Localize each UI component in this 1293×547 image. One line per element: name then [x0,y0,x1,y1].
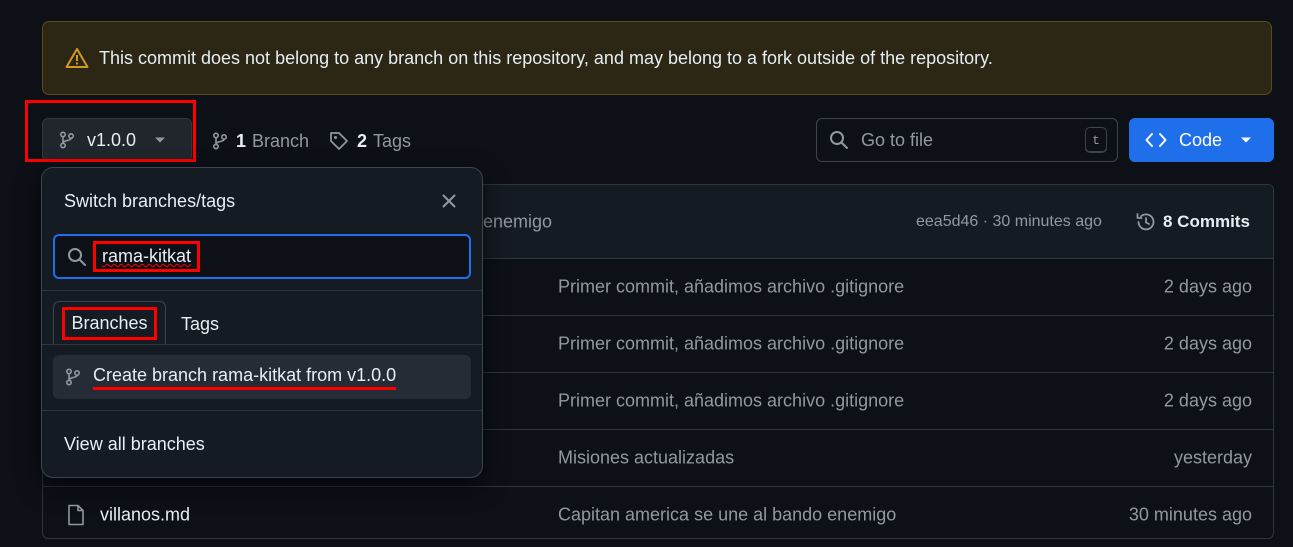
view-all-branches-link[interactable]: View all branches [64,434,205,455]
commit-age: 2 days ago [1163,390,1252,411]
history-icon [1136,212,1155,230]
commits-count: 8 Commits [1163,211,1250,231]
file-icon [68,504,84,526]
latest-commit-message[interactable]: enemigo [483,211,552,232]
commit-message[interactable]: Primer commit, añadimos archivo .gitigno… [558,391,904,412]
branch-count: 1 [236,130,247,151]
branch-tag-dropdown: Switch branches/tags rama-kitkat Branche… [41,167,483,478]
tab-tags[interactable]: Tags [181,314,219,335]
commit-message[interactable]: Capitan america se une al bando enemigo [558,505,896,526]
branches-link[interactable]: 1 Branch [212,128,309,154]
tag-icon [330,132,348,150]
file-name[interactable]: villanos.md [100,505,190,526]
table-row[interactable]: villanos.md Capitan america se une al ba… [43,487,1273,538]
branch-count-label: Branch [252,130,310,151]
commits-link[interactable]: 8 Commits [1135,211,1250,233]
code-button[interactable]: Code [1129,118,1274,162]
code-button-label: Code [1179,129,1223,150]
divider [42,344,482,345]
tag-count-label: Tags [373,130,412,151]
search-icon [830,131,848,149]
create-branch-item[interactable]: Create branch rama-kitkat from v1.0.0 [53,355,471,399]
git-branch-icon [212,132,228,150]
caret-down-icon [1241,137,1252,143]
code-icon [1145,133,1167,147]
go-to-file-placeholder: Go to file [861,129,934,150]
commit-age: 30 minutes ago [1128,504,1252,525]
warning-banner: This commit does not belong to any branc… [42,21,1272,95]
dropdown-title: Switch branches/tags [64,191,236,211]
divider [42,410,482,411]
tags-link[interactable]: 2 Tags [329,128,411,154]
highlight-branch-button [25,100,196,162]
commit-age: 2 days ago [1163,276,1252,297]
commit-message[interactable]: Primer commit, añadimos archivo .gitigno… [558,277,904,298]
latest-commit-meta[interactable]: eea5d46 · 30 minutes ago [916,213,1102,231]
commit-message[interactable]: Misiones actualizadas [558,448,734,469]
warning-text: This commit does not belong to any branc… [99,47,993,68]
divider [42,290,482,291]
go-to-file-input[interactable]: Go to file t [816,118,1118,162]
alert-icon [65,48,89,68]
tab-branches-label: Branches [62,307,157,340]
create-branch-label: Create branch rama-kitkat from v1.0.0 [93,365,397,390]
branch-search-value: rama-kitkat [93,241,201,272]
shortcut-key: t [1085,127,1107,153]
commit-message[interactable]: Primer commit, añadimos archivo .gitigno… [558,334,904,355]
branch-search-input[interactable]: rama-kitkat [53,234,471,279]
commit-age: 2 days ago [1163,333,1252,354]
tab-branches[interactable]: Branches [53,301,166,345]
close-icon [442,194,456,208]
commit-age: yesterday [1173,447,1252,468]
close-button[interactable] [438,190,460,212]
git-branch-icon [65,368,81,386]
search-icon [68,247,86,266]
tag-count: 2 [357,130,368,151]
